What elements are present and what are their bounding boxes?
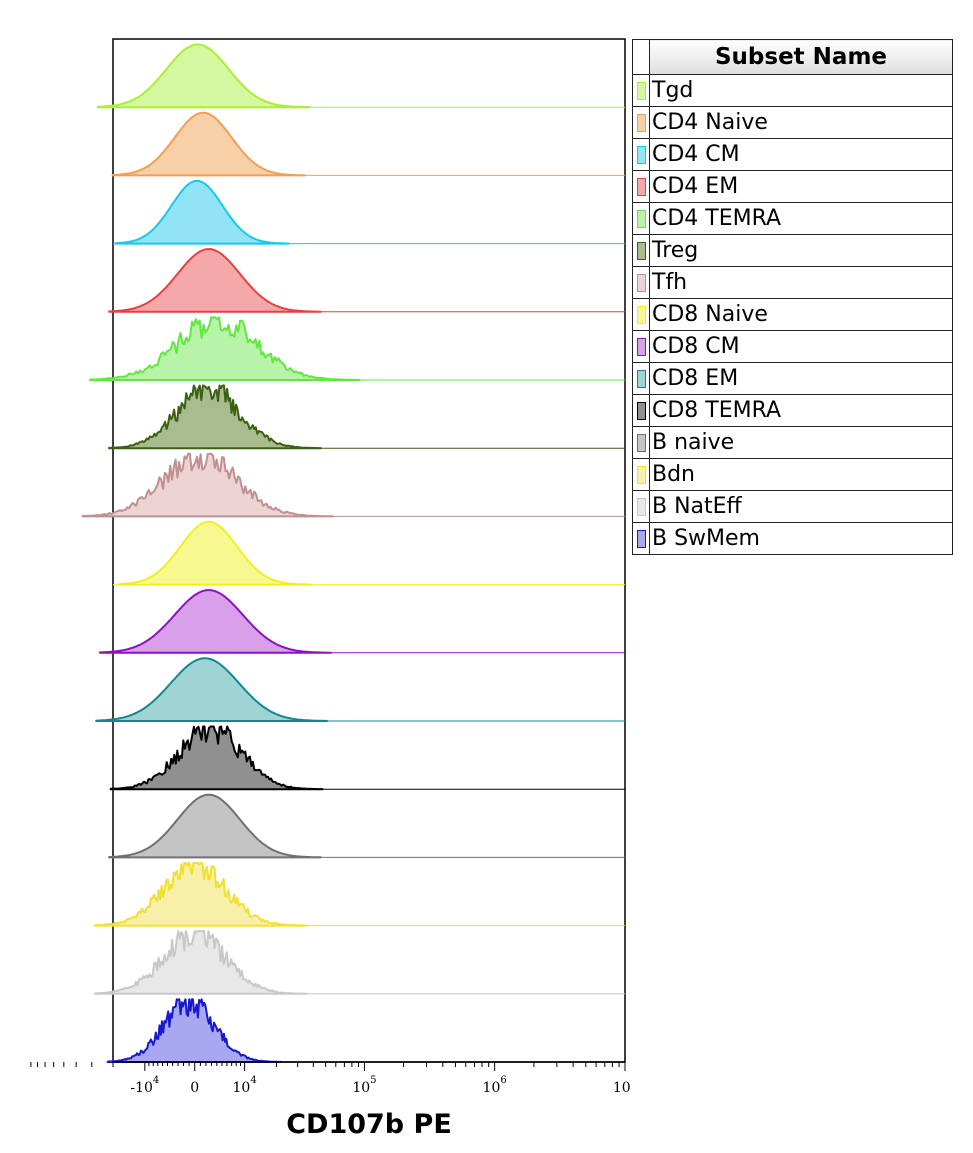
legend-row: B SwMem xyxy=(632,522,953,555)
legend-swatch xyxy=(636,434,646,453)
x-tick-label: 104 xyxy=(233,1075,257,1096)
legend-row: B NatEff xyxy=(632,490,953,523)
x-tick-label: 105 xyxy=(352,1075,376,1096)
legend-swatch-cell xyxy=(632,458,650,491)
x-axis: -104 0 104 105 106 107 xyxy=(30,1061,630,1096)
legend-swatch-cell xyxy=(632,106,650,139)
legend-row: CD8 TEMRA xyxy=(632,394,953,427)
legend-swatch xyxy=(636,274,646,293)
legend-label: Tfh xyxy=(649,266,953,299)
legend-swatch-cell xyxy=(632,490,650,523)
legend-row: CD8 Naive xyxy=(632,298,953,331)
legend-row: CD4 TEMRA xyxy=(632,202,953,235)
legend-swatch xyxy=(636,146,646,165)
legend-label: B NatEff xyxy=(649,490,953,523)
legend-row: Tgd xyxy=(632,74,953,107)
legend-label: CD8 TEMRA xyxy=(649,394,953,427)
legend-swatch-cell xyxy=(632,298,650,331)
legend-swatch xyxy=(636,402,646,421)
x-tick-label: 106 xyxy=(483,1075,507,1096)
x-axis-label: CD107b PE xyxy=(286,1109,452,1140)
legend-swatch xyxy=(636,466,646,485)
legend-swatch-cell xyxy=(632,138,650,171)
legend-swatch-cell xyxy=(632,74,650,107)
legend-swatch xyxy=(636,210,646,229)
legend-row: B naive xyxy=(632,426,953,459)
legend-label: CD4 Naive xyxy=(649,106,953,139)
legend-swatch-cell xyxy=(632,522,650,555)
legend-swatch-cell xyxy=(632,266,650,299)
legend-label: CD4 TEMRA xyxy=(649,202,953,235)
legend-label: CD8 Naive xyxy=(649,298,953,331)
legend-swatch-cell xyxy=(632,426,650,459)
legend-label: Tgd xyxy=(649,74,953,107)
legend-swatch-cell xyxy=(632,330,650,363)
legend-row: Tfh xyxy=(632,266,953,299)
x-tick-label: 107 xyxy=(613,1075,630,1096)
legend-header-blank xyxy=(632,39,650,75)
legend-label: CD4 EM xyxy=(649,170,953,203)
x-tick-label: -104 xyxy=(130,1075,159,1096)
legend-row: CD4 Naive xyxy=(632,106,953,139)
legend-row: CD8 CM xyxy=(632,330,953,363)
legend-swatch xyxy=(636,498,646,517)
legend-swatch-cell xyxy=(632,202,650,235)
legend-swatch xyxy=(636,530,646,549)
legend-swatch-cell xyxy=(632,234,650,267)
legend-table: Subset Name Tgd CD4 Naive CD4 CM CD4 EM CD4 … xyxy=(632,39,953,555)
legend-row: CD8 EM xyxy=(632,362,953,395)
legend-swatch-cell xyxy=(632,362,650,395)
legend-swatch-cell xyxy=(632,394,650,427)
legend-label: B naive xyxy=(649,426,953,459)
legend-row: Bdn xyxy=(632,458,953,491)
x-tick-label: 0 xyxy=(190,1080,199,1096)
legend-label: CD8 EM xyxy=(649,362,953,395)
legend-row: CD4 CM xyxy=(632,138,953,171)
legend-swatch xyxy=(636,370,646,389)
legend-label: B SwMem xyxy=(649,522,953,555)
legend-swatch xyxy=(636,82,646,101)
legend-label: CD4 CM xyxy=(649,138,953,171)
legend-swatch xyxy=(636,242,646,261)
histogram-overlay-chart: -104 0 104 105 106 107 CD107b PE xyxy=(30,38,630,1140)
legend-row: CD4 EM xyxy=(632,170,953,203)
legend-swatch xyxy=(636,338,646,357)
legend-title: Subset Name xyxy=(649,39,953,75)
legend-label: Bdn xyxy=(649,458,953,491)
legend-swatch-cell xyxy=(632,170,650,203)
legend-label: Treg xyxy=(649,234,953,267)
legend-swatch xyxy=(636,306,646,325)
legend-swatch xyxy=(636,114,646,133)
legend-swatch xyxy=(636,178,646,197)
legend-row: Treg xyxy=(632,234,953,267)
legend-label: CD8 CM xyxy=(649,330,953,363)
